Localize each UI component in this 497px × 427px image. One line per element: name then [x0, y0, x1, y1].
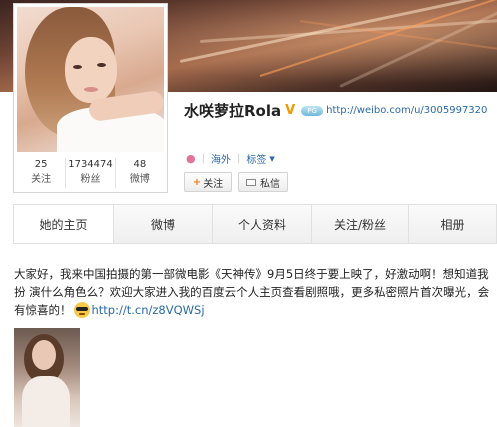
stat-posts[interactable]: 48 微博 — [114, 158, 164, 188]
divider: | — [201, 153, 205, 164]
verified-icon[interactable]: V — [285, 104, 297, 117]
stat-following[interactable]: 25 关注 — [17, 158, 65, 188]
chevron-down-icon[interactable]: ▼ — [269, 155, 274, 163]
tab-follow-fans[interactable]: 关注/粉丝 — [312, 205, 409, 243]
follow-button[interactable]: + 关注 — [184, 172, 232, 192]
tags-dropdown[interactable]: 标签 — [246, 151, 266, 166]
message-button[interactable]: 私信 — [238, 172, 288, 192]
level-badge-icon[interactable]: PG — [301, 105, 324, 116]
stat-posts-label: 微博 — [129, 174, 150, 185]
divider: | — [236, 153, 241, 164]
female-icon: ● — [186, 152, 196, 165]
profile-url-link[interactable]: http://weibo.com/u/3005997320 — [326, 105, 487, 116]
stat-followers-count: 1734474 — [68, 159, 113, 170]
tab-album[interactable]: 相册 — [409, 205, 497, 243]
message-button-label: 私信 — [260, 178, 280, 190]
stat-followers-label: 粉丝 — [80, 174, 101, 185]
profile-stats: 25 关注 1734474 粉丝 48 微博 — [17, 158, 164, 188]
stat-posts-count: 48 — [133, 159, 147, 170]
tab-home[interactable]: 她的主页 — [14, 205, 114, 243]
plus-icon: + — [192, 176, 202, 188]
profile-header: 水咲萝拉Rola V PG http://weibo.com/u/3005997… — [184, 100, 487, 121]
stat-followers[interactable]: 1734474 粉丝 — [65, 158, 114, 188]
profile-meta: ● | 海外 | 标签 ▼ — [186, 151, 275, 166]
post-link[interactable]: http://t.cn/z8VQWSj — [92, 303, 205, 317]
post-image-thumbnail[interactable] — [14, 328, 80, 427]
profile-tabs: 她的主页 微博 个人资料 关注/粉丝 相册 — [13, 204, 497, 244]
envelope-icon — [246, 178, 256, 186]
stat-following-label: 关注 — [31, 174, 52, 185]
tab-weibo[interactable]: 微博 — [114, 205, 213, 243]
tab-profile-info[interactable]: 个人资料 — [213, 205, 312, 243]
avatar[interactable] — [17, 7, 164, 152]
follow-button-label: 关注 — [203, 178, 224, 190]
cool-sunglasses-emoji-icon — [73, 302, 90, 318]
stat-following-count: 25 — [34, 159, 48, 170]
profile-name[interactable]: 水咲萝拉Rola — [184, 100, 281, 121]
post-content: 大家好，我来中国拍摄的第一部微电影《天神传》9月5日终于要上映了，好激动啊！想知… — [14, 265, 492, 319]
profile-card: 25 关注 1734474 粉丝 48 微博 — [13, 3, 168, 193]
location-link[interactable]: 海外 — [211, 151, 231, 166]
